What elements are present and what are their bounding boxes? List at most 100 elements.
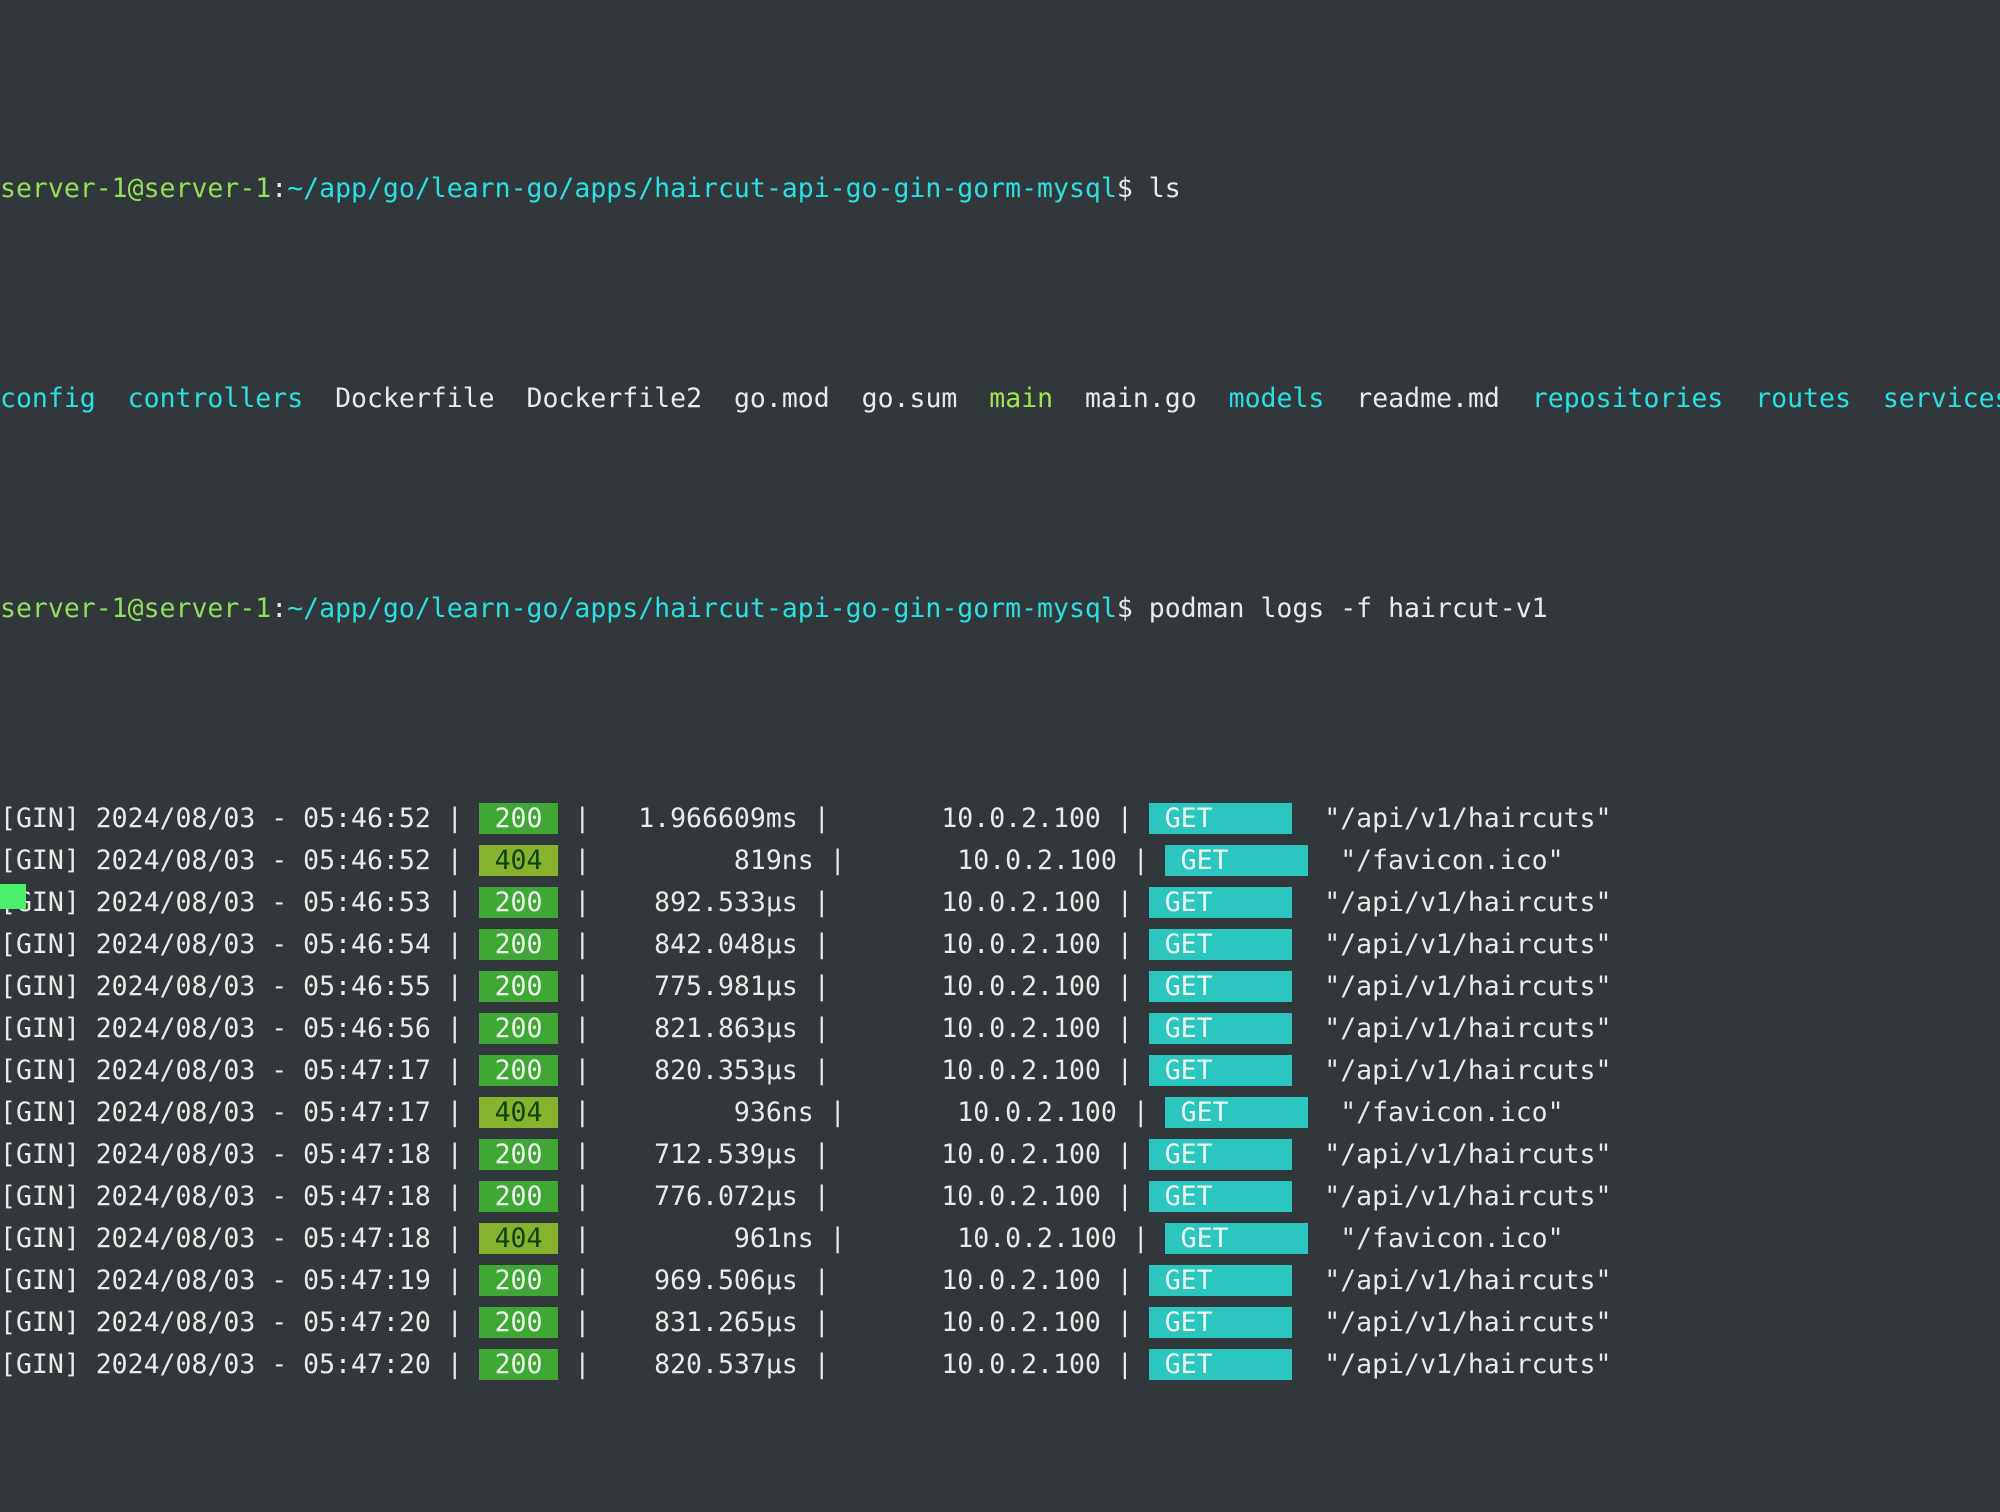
status-badge: 200 <box>478 929 559 960</box>
status-badge: 200 <box>478 1307 559 1338</box>
status-badge: 200 <box>478 1139 559 1170</box>
ls-entry-dockerfile: Dockerfile <box>335 383 495 414</box>
log-timestamp: [GIN] 2024/08/03 - 05:46:55 | <box>0 971 479 1002</box>
status-badge: 200 <box>478 1265 559 1296</box>
ls-entry-main: main <box>989 383 1054 414</box>
gin-log-output: [GIN] 2024/08/03 - 05:46:52 | 200 | 1.96… <box>0 798 2000 1386</box>
prompt-user-host: server-1@server-1 <box>0 173 272 204</box>
log-timestamp: [GIN] 2024/08/03 - 05:47:19 | <box>0 1265 479 1296</box>
log-timestamp: [GIN] 2024/08/03 - 05:47:18 | <box>0 1139 479 1170</box>
method-badge: GET <box>1148 971 1293 1002</box>
log-request-path: "/api/v1/haircuts" <box>1292 971 1612 1002</box>
log-latency-and-client-ip: | 892.533µs | 10.0.2.100 | <box>558 887 1149 918</box>
gin-log-row: [GIN] 2024/08/03 - 05:47:18 | 404 | 961n… <box>0 1218 2000 1260</box>
terminal-window[interactable]: server-1@server-1:~/app/go/learn-go/apps… <box>0 0 2000 1380</box>
log-latency-and-client-ip: | 831.265µs | 10.0.2.100 | <box>558 1307 1149 1338</box>
gin-log-row: [GIN] 2024/08/03 - 05:47:19 | 200 | 969.… <box>0 1260 2000 1302</box>
status-badge: 200 <box>478 971 559 1002</box>
ls-output-line: config controllers Dockerfile Dockerfile… <box>0 378 2000 420</box>
status-badge: 200 <box>478 803 559 834</box>
status-badge: 200 <box>478 1013 559 1044</box>
ls-entry-controllers: controllers <box>127 383 304 414</box>
log-timestamp: [GIN] 2024/08/03 - 05:46:52 | <box>0 845 479 876</box>
log-request-path: "/api/v1/haircuts" <box>1292 1013 1612 1044</box>
prompt-path: ~/app/go/learn-go/apps/haircut-api-go-gi… <box>287 173 1117 204</box>
ls-entry-services: services <box>1882 383 2000 414</box>
log-latency-and-client-ip: | 961ns | 10.0.2.100 | <box>558 1223 1165 1254</box>
status-badge: 200 <box>478 1349 559 1380</box>
gin-log-row: [GIN] 2024/08/03 - 05:47:20 | 200 | 820.… <box>0 1344 2000 1386</box>
method-badge: GET <box>1148 1013 1293 1044</box>
method-badge: GET <box>1148 1349 1293 1380</box>
log-latency-and-client-ip: | 775.981µs | 10.0.2.100 | <box>558 971 1149 1002</box>
ls-gap <box>1723 383 1755 414</box>
log-request-path: "/favicon.ico" <box>1308 845 1564 876</box>
prompt-dollar: $ <box>1116 593 1149 624</box>
prompt-user-host: server-1@server-1 <box>0 593 272 624</box>
status-badge: 200 <box>478 1181 559 1212</box>
log-timestamp: [GIN] 2024/08/03 - 05:47:17 | <box>0 1055 479 1086</box>
ls-entry-models: models <box>1228 383 1325 414</box>
prompt-line-podman: server-1@server-1:~/app/go/learn-go/apps… <box>0 588 2000 630</box>
gin-log-row: [GIN] 2024/08/03 - 05:47:20 | 200 | 831.… <box>0 1302 2000 1344</box>
log-timestamp: [GIN] 2024/08/03 - 05:46:53 | <box>0 887 479 918</box>
gin-log-row: [GIN] 2024/08/03 - 05:46:52 | 404 | 819n… <box>0 840 2000 882</box>
prompt-dollar: $ <box>1116 173 1149 204</box>
ls-gap <box>1197 383 1229 414</box>
ls-gap <box>96 383 128 414</box>
method-badge: GET <box>1148 929 1293 960</box>
ls-gap <box>957 383 989 414</box>
gin-log-row: [GIN] 2024/08/03 - 05:46:54 | 200 | 842.… <box>0 924 2000 966</box>
ls-entry-routes: routes <box>1755 383 1851 414</box>
log-timestamp: [GIN] 2024/08/03 - 05:47:18 | <box>0 1223 479 1254</box>
log-request-path: "/api/v1/haircuts" <box>1292 803 1612 834</box>
log-timestamp: [GIN] 2024/08/03 - 05:47:17 | <box>0 1097 479 1128</box>
prompt-path: ~/app/go/learn-go/apps/haircut-api-go-gi… <box>287 593 1117 624</box>
log-latency-and-client-ip: | 936ns | 10.0.2.100 | <box>558 1097 1165 1128</box>
log-timestamp: [GIN] 2024/08/03 - 05:46:54 | <box>0 929 479 960</box>
method-badge: GET <box>1148 887 1293 918</box>
status-badge: 404 <box>478 1097 559 1128</box>
ls-entry-go-sum: go.sum <box>861 383 958 414</box>
ls-gap <box>702 383 734 414</box>
method-badge: GET <box>1164 1097 1309 1128</box>
ls-gap <box>1053 383 1085 414</box>
method-badge: GET <box>1148 1307 1293 1338</box>
log-request-path: "/api/v1/haircuts" <box>1292 1307 1612 1338</box>
ls-gap <box>830 383 862 414</box>
gin-log-row: [GIN] 2024/08/03 - 05:47:18 | 200 | 712.… <box>0 1134 2000 1176</box>
method-badge: GET <box>1148 1265 1293 1296</box>
ls-entry-config: config <box>0 383 96 414</box>
method-badge: GET <box>1164 845 1309 876</box>
log-latency-and-client-ip: | 1.966609ms | 10.0.2.100 | <box>558 803 1149 834</box>
log-latency-and-client-ip: | 821.863µs | 10.0.2.100 | <box>558 1013 1149 1044</box>
method-badge: GET <box>1148 803 1293 834</box>
log-timestamp: [GIN] 2024/08/03 - 05:47:20 | <box>0 1349 479 1380</box>
log-request-path: "/api/v1/haircuts" <box>1292 1265 1612 1296</box>
ls-entry-main-go: main.go <box>1085 383 1197 414</box>
log-request-path: "/api/v1/haircuts" <box>1292 887 1612 918</box>
gin-log-row: [GIN] 2024/08/03 - 05:46:55 | 200 | 775.… <box>0 966 2000 1008</box>
status-badge: 404 <box>478 845 559 876</box>
log-latency-and-client-ip: | 712.539µs | 10.0.2.100 | <box>558 1139 1149 1170</box>
log-timestamp: [GIN] 2024/08/03 - 05:47:18 | <box>0 1181 479 1212</box>
log-latency-and-client-ip: | 820.353µs | 10.0.2.100 | <box>558 1055 1149 1086</box>
gin-log-row: [GIN] 2024/08/03 - 05:47:17 | 404 | 936n… <box>0 1092 2000 1134</box>
log-request-path: "/favicon.ico" <box>1308 1223 1564 1254</box>
log-latency-and-client-ip: | 820.537µs | 10.0.2.100 | <box>558 1349 1149 1380</box>
command-podman-logs: podman logs -f haircut-v1 <box>1148 593 1548 624</box>
method-badge: GET <box>1148 1181 1293 1212</box>
log-latency-and-client-ip: | 776.072µs | 10.0.2.100 | <box>558 1181 1149 1212</box>
method-badge: GET <box>1148 1055 1293 1086</box>
log-timestamp: [GIN] 2024/08/03 - 05:46:52 | <box>0 803 479 834</box>
gin-log-row: [GIN] 2024/08/03 - 05:46:52 | 200 | 1.96… <box>0 798 2000 840</box>
log-request-path: "/api/v1/haircuts" <box>1292 1349 1612 1380</box>
log-request-path: "/api/v1/haircuts" <box>1292 1181 1612 1212</box>
prompt-colon: : <box>271 173 288 204</box>
log-request-path: "/favicon.ico" <box>1308 1097 1564 1128</box>
terminal-cursor <box>0 884 26 909</box>
log-latency-and-client-ip: | 842.048µs | 10.0.2.100 | <box>558 929 1149 960</box>
prompt-colon: : <box>271 593 288 624</box>
status-badge: 200 <box>478 1055 559 1086</box>
log-timestamp: [GIN] 2024/08/03 - 05:47:20 | <box>0 1307 479 1338</box>
